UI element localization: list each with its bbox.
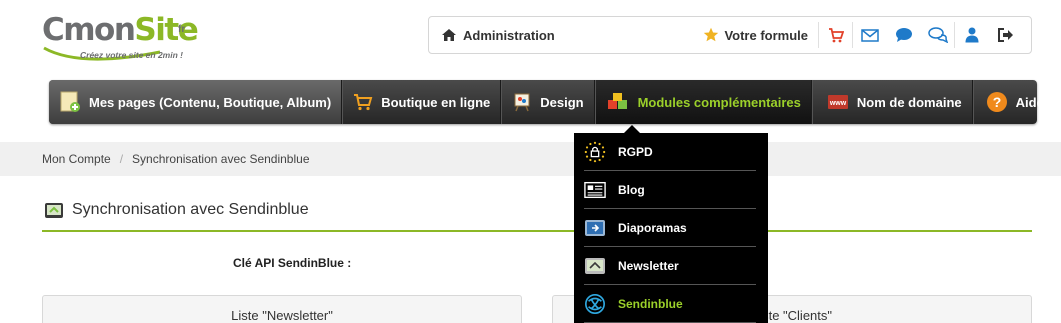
mail-button[interactable]	[853, 22, 887, 48]
pages-icon	[59, 91, 81, 113]
cart-icon	[353, 93, 373, 111]
rgpd-lock-icon	[584, 141, 606, 163]
title-divider	[42, 230, 1032, 232]
breadcrumb-mon-compte[interactable]: Mon Compte	[42, 152, 111, 166]
logout-icon	[998, 28, 1013, 42]
help-icon: ?	[986, 91, 1008, 113]
votre-formule-label: Votre formule	[724, 27, 808, 43]
breadcrumb: Mon Compte / Synchronisation avec Sendin…	[0, 142, 1061, 176]
nav-item-boutique[interactable]: Boutique en ligne	[342, 80, 502, 124]
mail-icon	[861, 28, 879, 42]
chat-icon	[896, 28, 912, 42]
chat-button[interactable]	[887, 22, 921, 48]
slideshow-icon	[584, 217, 606, 239]
dropdown-caret	[624, 125, 640, 133]
cart-button[interactable]	[819, 22, 853, 48]
home-icon	[442, 29, 456, 41]
nav-item-nom-de-domaine[interactable]: www Nom de domaine	[811, 80, 973, 124]
panel-liste-newsletter: Liste "Newsletter"	[42, 295, 522, 323]
logo-tagline: Créez votre site en 2min !	[80, 50, 183, 60]
dropdown-item-sendinblue[interactable]: Sendinblue	[574, 285, 768, 323]
administration-link[interactable]: Administration	[441, 17, 555, 53]
newsletter-icon	[45, 202, 63, 218]
nav-label-nom-de-domaine: Nom de domaine	[856, 94, 962, 110]
nav-label-design: Design	[540, 94, 584, 110]
breadcrumb-current: Synchronisation avec Sendinblue	[132, 152, 310, 166]
newspaper-icon	[584, 179, 606, 201]
user-icon	[965, 27, 979, 43]
newsletter-icon	[584, 255, 606, 277]
votre-formule-link[interactable]: Votre formule	[703, 22, 819, 48]
www-icon: www	[827, 94, 849, 110]
nav-label-mes-pages: Mes pages (Contenu, Boutique, Album)	[89, 94, 332, 110]
sendinblue-icon	[584, 293, 606, 315]
breadcrumb-separator: /	[119, 152, 124, 166]
nav-item-mes-pages[interactable]: Mes pages (Contenu, Boutique, Album)	[49, 80, 343, 124]
main-nav: Mes pages (Contenu, Boutique, Album) Bou…	[49, 80, 1044, 124]
page-title: Synchronisation avec Sendinblue	[44, 200, 309, 220]
nav-label-aide: Aide	[1015, 94, 1044, 110]
logout-button[interactable]	[989, 22, 1023, 48]
nav-item-modules[interactable]: Modules complémentaires	[594, 80, 812, 124]
svg-text:www: www	[829, 100, 847, 107]
nav-label-boutique: Boutique en ligne	[381, 94, 491, 110]
dropdown-item-diaporamas[interactable]: Diaporamas	[574, 209, 768, 247]
modules-dropdown: RGPD Blog Diaporamas Newsletter Sendinbl…	[574, 133, 768, 323]
star-icon	[704, 27, 719, 42]
design-icon	[512, 92, 532, 112]
dropdown-label-diaporamas: Diaporamas	[618, 221, 687, 235]
api-key-label: Clé API SendinBlue :	[233, 256, 352, 270]
user-button[interactable]	[955, 22, 989, 48]
modules-icon	[606, 92, 630, 112]
nav-label-modules: Modules complémentaires	[637, 94, 801, 110]
dropdown-item-rgpd[interactable]: RGPD	[574, 133, 768, 171]
page-title-text: Synchronisation avec Sendinblue	[72, 201, 309, 218]
admin-bar: Administration Votre formule	[428, 16, 1032, 54]
comments-icon	[927, 27, 948, 43]
cmonsite-logo[interactable]: CmonSite fr Créez votre site en 2min !	[40, 10, 200, 66]
nav-item-design[interactable]: Design	[501, 80, 595, 124]
cart-icon	[828, 27, 844, 42]
dropdown-label-rgpd: RGPD	[618, 145, 653, 159]
panel-liste-newsletter-title: Liste "Newsletter"	[231, 308, 333, 323]
dropdown-label-blog: Blog	[618, 183, 645, 197]
administration-label: Administration	[463, 27, 555, 43]
svg-text:?: ?	[992, 94, 1001, 110]
dropdown-item-blog[interactable]: Blog	[574, 171, 768, 209]
dropdown-item-newsletter[interactable]: Newsletter	[574, 247, 768, 285]
nav-item-aide[interactable]: ? Aide	[972, 80, 1061, 124]
dropdown-label-newsletter: Newsletter	[618, 259, 679, 273]
dropdown-label-sendinblue: Sendinblue	[618, 297, 683, 311]
comments-button[interactable]	[921, 22, 955, 48]
logo-suffix: fr	[178, 24, 186, 35]
